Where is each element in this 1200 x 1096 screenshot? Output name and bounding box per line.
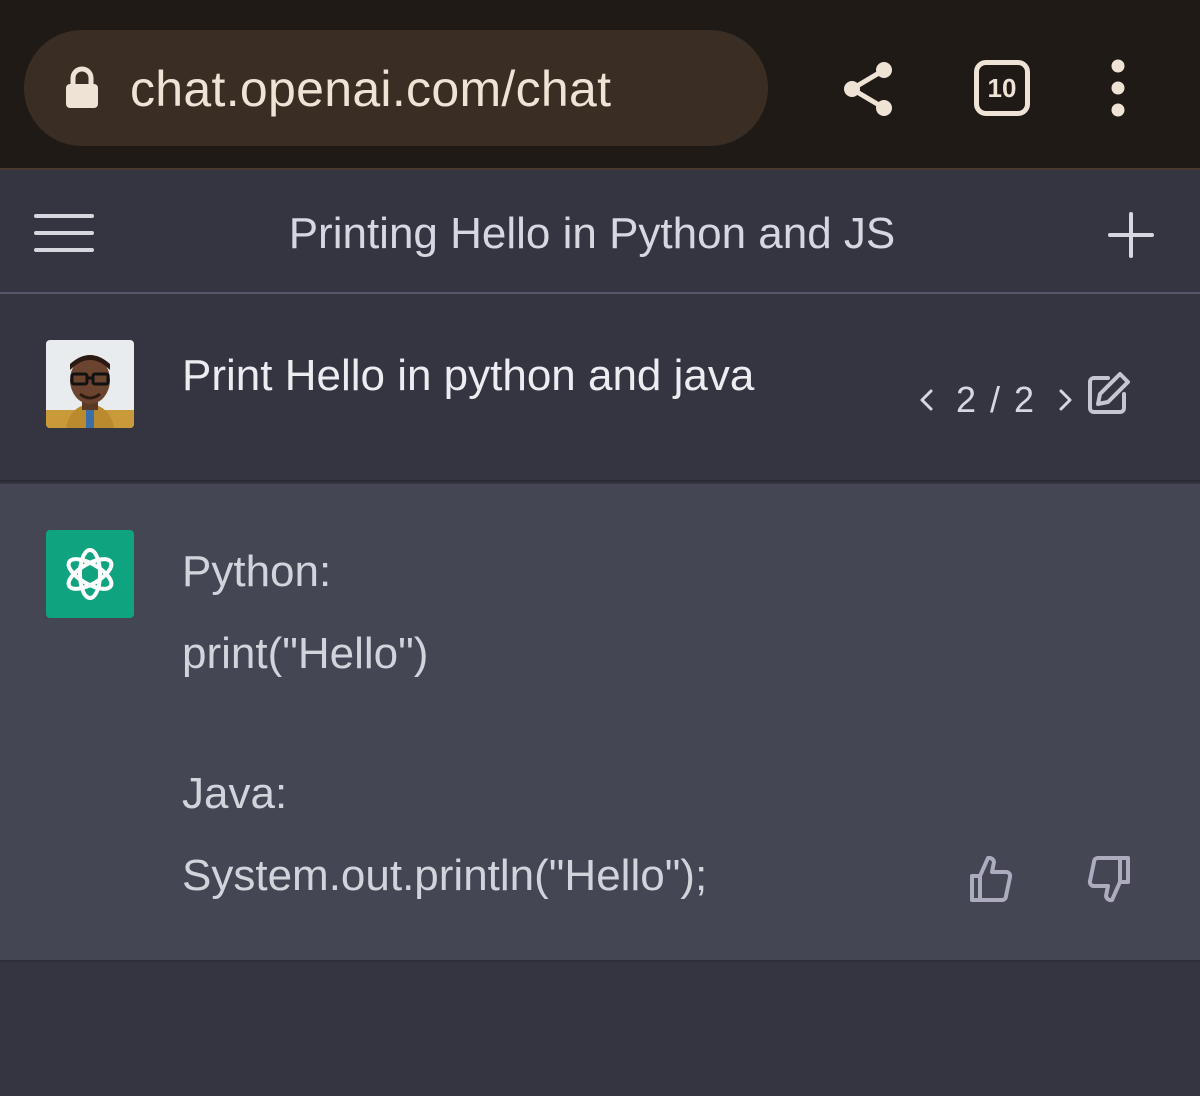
chevron-left-icon[interactable] bbox=[912, 383, 942, 417]
response-blank-line bbox=[182, 710, 707, 768]
assistant-message: Python: print("Hello") Java: System.out.… bbox=[0, 484, 1200, 962]
assistant-message-text: Python: print("Hello") Java: System.out.… bbox=[182, 546, 707, 932]
response-line: print("Hello") bbox=[182, 629, 429, 678]
more-vertical-icon[interactable] bbox=[1100, 58, 1136, 118]
plus-icon[interactable] bbox=[1104, 208, 1158, 262]
response-line: Python: bbox=[182, 547, 332, 596]
tab-switcher-button[interactable]: 10 bbox=[974, 60, 1030, 116]
address-bar[interactable]: chat.openai.com/chat bbox=[24, 30, 768, 146]
url-text[interactable]: chat.openai.com/chat bbox=[130, 60, 611, 118]
share-icon[interactable] bbox=[840, 60, 898, 118]
response-pager: 2 / 2 bbox=[912, 378, 1080, 422]
empty-chat-area bbox=[0, 962, 1200, 1096]
pager-count: 2 / 2 bbox=[956, 379, 1037, 420]
lock-icon bbox=[66, 66, 98, 108]
thumbs-down-icon[interactable] bbox=[1084, 854, 1134, 904]
response-line: Java: bbox=[182, 769, 288, 818]
browser-toolbar: chat.openai.com/chat 10 bbox=[0, 0, 1200, 170]
user-avatar bbox=[46, 340, 134, 428]
tab-count: 10 bbox=[987, 73, 1017, 103]
page-title: Printing Hello in Python and JS bbox=[288, 209, 896, 258]
user-message-text: Print Hello in python and java bbox=[182, 351, 755, 400]
chat-header: Printing Hello in Python and JS bbox=[0, 172, 1200, 294]
openai-logo-icon bbox=[46, 530, 134, 618]
thumbs-up-icon[interactable] bbox=[966, 854, 1016, 904]
chevron-right-icon[interactable] bbox=[1050, 383, 1080, 417]
user-message: Print Hello in python and java 2 / 2 bbox=[0, 294, 1200, 482]
response-line: System.out.println("Hello"); bbox=[182, 851, 708, 900]
edit-icon[interactable] bbox=[1084, 370, 1132, 418]
